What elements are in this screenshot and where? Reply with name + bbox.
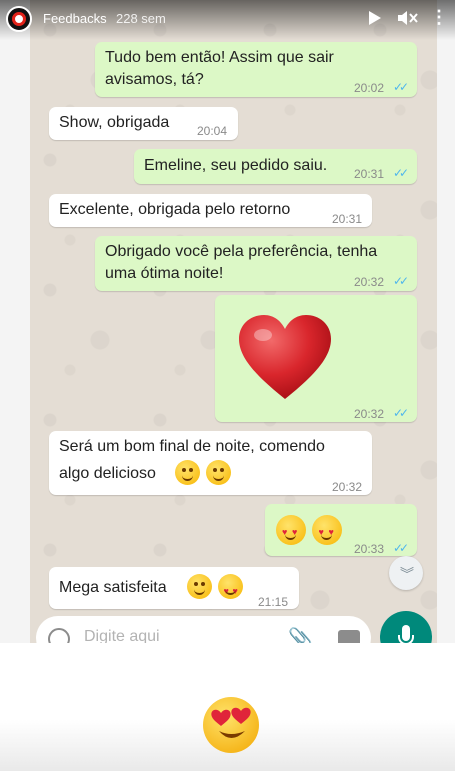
message-time: 20:31 [332, 212, 363, 226]
story-left-margin [0, 0, 30, 643]
message-time: 20:32 [354, 275, 385, 289]
read-ticks-icon: ✓✓ [393, 166, 409, 180]
message-bubble-outgoing: Tudo bem então! Assim que sair avisamos,… [95, 42, 417, 97]
message-bubble-incoming: Excelente, obrigada pelo retorno 20:31 [49, 194, 372, 227]
message-text: algo delicioso [59, 465, 156, 482]
message-time: 20:04 [197, 124, 228, 138]
message-text: Emeline, seu pedido saiu. [144, 157, 328, 174]
message-text: Excelente, obrigada pelo retorno [59, 201, 291, 218]
message-text: Obrigado você pela preferência, tenha [105, 243, 378, 260]
message-text: Mega satisfeita [59, 579, 167, 596]
message-bubble-incoming: Será um bom final de noite, comendo algo… [49, 431, 372, 495]
read-ticks-icon: ✓✓ [393, 274, 409, 288]
message-bubble-outgoing: Emeline, seu pedido saiu. 20:31 ✓✓ [134, 149, 417, 184]
avatar[interactable] [6, 6, 32, 32]
story-right-margin [437, 0, 455, 643]
message-text: avisamos, tá? [105, 71, 204, 88]
smiling-face-icon [175, 460, 200, 485]
message-bubble-outgoing: 20:32 ✓✓ [215, 295, 417, 422]
mute-icon[interactable] [398, 10, 418, 26]
message-text: Show, obrigada [59, 114, 170, 131]
message-time: 20:31 [354, 167, 385, 181]
message-time: 20:02 [354, 81, 385, 95]
message-time: 21:15 [258, 595, 289, 609]
message-bubble-incoming: Mega satisfeita ♥ ♥ 21:15 [49, 567, 299, 609]
read-ticks-icon: ✓✓ [393, 80, 409, 94]
message-time: 20:33 [354, 542, 385, 556]
smiling-face-icon [187, 574, 212, 599]
message-bubble-outgoing: ♥ ♥ ♥ ♥ 20:33 ✓✓ [265, 504, 417, 556]
message-text: uma ótima noite! [105, 265, 224, 282]
story-header: Feedbacks 228 sem ⋮ [0, 0, 455, 40]
red-heart-icon [239, 315, 331, 399]
heart-eyes-face-icon [203, 697, 259, 753]
more-options-icon[interactable]: ⋮ [430, 8, 448, 26]
heart-eyes-face-icon: ♥ ♥ [312, 515, 343, 545]
play-icon[interactable] [369, 11, 381, 25]
story-account-name[interactable]: Feedbacks [43, 11, 107, 26]
chevron-down-icon: ︾ [400, 566, 414, 582]
message-text: Será um bom final de noite, comendo [59, 438, 325, 455]
message-bubble-outgoing: Obrigado você pela preferência, tenha um… [95, 236, 417, 291]
message-text: Tudo bem então! Assim que sair [105, 49, 334, 66]
scroll-down-button[interactable]: ︾ [389, 556, 423, 590]
message-bubble-incoming: Show, obrigada 20:04 [49, 107, 238, 140]
heart-eyes-face-icon: ♥ ♥ [276, 515, 306, 545]
message-time: 20:32 [332, 480, 363, 494]
story-timestamp: 228 sem [116, 11, 166, 26]
heart-eyes-face-icon: ♥ ♥ [218, 574, 244, 599]
message-time: 20:32 [354, 407, 385, 421]
read-ticks-icon: ✓✓ [393, 406, 409, 420]
brand-logo-icon [12, 12, 26, 26]
drooling-face-icon [206, 460, 232, 485]
